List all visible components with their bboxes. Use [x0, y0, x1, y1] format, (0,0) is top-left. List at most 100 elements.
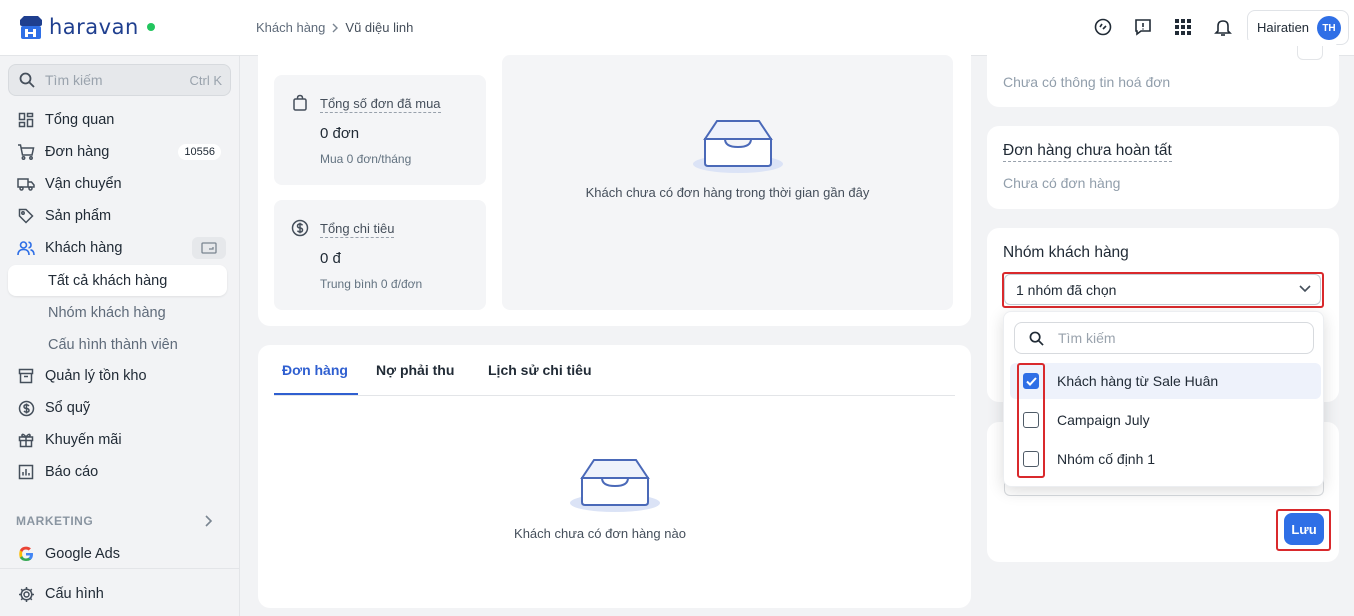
total-orders-tile: Tổng số đơn đã mua 0 đơn Mua 0 đơn/tháng — [274, 75, 486, 185]
orders-count-badge: 10556 — [178, 144, 221, 160]
option-label: Nhóm cố định 1 — [1057, 451, 1156, 467]
total-spend-title: Tổng chi tiêu — [320, 221, 395, 238]
breadcrumb-parent[interactable]: Khách hàng — [256, 20, 325, 35]
google-icon — [17, 545, 35, 563]
marketing-section-label: MARKETING — [16, 514, 94, 528]
sidebar-item-label: Báo cáo — [45, 464, 99, 480]
sidebar-item-overview[interactable]: Tổng quan — [8, 105, 231, 135]
logo-text: haravan — [49, 15, 139, 39]
sidebar-item-label: Sổ quỹ — [45, 400, 91, 416]
breadcrumb-current: Vũ diệu linh — [345, 20, 414, 35]
sidebar-item-label: Cấu hình — [45, 586, 104, 602]
search-shortcut: Ctrl K — [189, 72, 223, 88]
sidebar-subitem-all-customers[interactable]: Tất cả khách hàng — [8, 265, 227, 296]
tab-receivables[interactable]: Nợ phải thu — [376, 362, 454, 378]
highlight-checkboxes — [1017, 363, 1045, 478]
sidebar-item-orders[interactable]: Đơn hàng 10556 — [8, 137, 231, 167]
sidebar-item-label: Đơn hàng — [45, 144, 110, 160]
bell-icon[interactable] — [1212, 16, 1234, 38]
sidebar-item-label: Google Ads — [45, 546, 120, 562]
sidebar-item-settings[interactable]: Cấu hình — [8, 579, 231, 609]
tab-spending-history[interactable]: Lịch sử chi tiêu — [488, 362, 592, 378]
sidebar-subitem-member-config[interactable]: Cấu hình thành viên — [8, 329, 227, 360]
feedback-icon[interactable] — [1132, 16, 1154, 38]
highlight-save-button — [1276, 509, 1331, 551]
highlight-select — [1002, 272, 1324, 308]
report-icon — [17, 463, 35, 481]
sidebar-item-shipping[interactable]: Vận chuyển — [8, 169, 231, 199]
sidebar-divider — [0, 568, 240, 569]
invoice-card: Chưa có thông tin hoá đơn — [987, 40, 1339, 107]
sidebar-item-label: Khuyến mãi — [45, 432, 122, 448]
cart-icon — [17, 143, 35, 161]
total-orders-value: 0 đơn — [320, 125, 360, 142]
pending-orders-title: Đơn hàng chưa hoàn tất — [1003, 142, 1172, 162]
sidebar-item-cashbook[interactable]: Sổ quỹ — [8, 393, 231, 423]
breadcrumb: Khách hàng Vũ diệu linh — [256, 20, 413, 35]
customer-group-dropdown: Tìm kiếm Khách hàng từ Sale Huân Campaig… — [1003, 311, 1324, 487]
orders-empty-message: Khách chưa có đơn hàng nào — [514, 526, 686, 541]
logo-icon — [20, 16, 42, 39]
empty-box-icon — [693, 120, 783, 173]
dashboard-icon — [17, 111, 35, 129]
customer-stats-card: Tổng số đơn đã mua 0 đơn Mua 0 đơn/tháng… — [258, 40, 971, 326]
sidebar: Tìm kiếm Ctrl K Tổng quan Đơn hàng 10556… — [0, 56, 240, 616]
sidebar-item-label: Sản phẩm — [45, 208, 112, 224]
sidebar-item-label: Khách hàng — [45, 240, 123, 256]
sidebar-item-products[interactable]: Sản phẩm — [8, 201, 231, 231]
gift-icon — [17, 431, 35, 449]
shopping-bag-icon — [293, 94, 307, 111]
haravan-logo[interactable]: haravan — [16, 12, 155, 42]
empty-box-icon — [570, 459, 660, 512]
option-label: Campaign July — [1057, 412, 1150, 428]
tag-icon — [17, 207, 35, 225]
chevron-right-icon[interactable] — [203, 514, 213, 528]
dollar-icon — [17, 399, 35, 417]
online-status-dot — [146, 23, 155, 31]
dollar-icon — [291, 219, 309, 237]
gear-icon — [17, 585, 35, 603]
option-label: Khách hàng từ Sale Huân — [1057, 373, 1219, 389]
search-icon — [1029, 331, 1044, 346]
sidebar-subitem-customer-groups[interactable]: Nhóm khách hàng — [8, 297, 227, 328]
search-icon — [19, 72, 35, 88]
invoice-empty: Chưa có thông tin hoá đơn — [1003, 74, 1171, 90]
sidebar-item-label: Quản lý tồn kho — [45, 368, 147, 384]
customer-group-title: Nhóm khách hàng — [1003, 244, 1129, 261]
option-campaign-july[interactable]: Campaign July — [1010, 402, 1321, 438]
users-icon — [17, 239, 35, 257]
pending-orders-empty: Chưa có đơn hàng — [1003, 175, 1121, 191]
inventory-icon — [17, 367, 35, 385]
sidebar-item-google-ads[interactable]: Google Ads — [8, 539, 231, 569]
apps-grid-icon[interactable] — [1172, 16, 1194, 38]
tab-orders[interactable]: Đơn hàng — [282, 362, 348, 378]
chevron-right-icon — [332, 23, 339, 32]
sidebar-search-input[interactable]: Tìm kiếm Ctrl K — [8, 64, 231, 96]
recent-orders-panel: Khách chưa có đơn hàng trong thời gian g… — [502, 55, 953, 310]
tabs-divider — [274, 395, 955, 396]
total-spend-sub: Trung bình 0 đ/đơn — [320, 277, 423, 291]
sidebar-item-customers[interactable]: Khách hàng — [8, 233, 231, 263]
sidebar-item-inventory[interactable]: Quản lý tồn kho — [8, 361, 231, 391]
avatar: TH — [1317, 16, 1341, 40]
sidebar-item-promotions[interactable]: Khuyến mãi — [8, 425, 231, 455]
pending-orders-card: Đơn hàng chưa hoàn tất Chưa có đơn hàng — [987, 126, 1339, 209]
total-spend-value: 0 đ — [320, 250, 341, 267]
user-name: Hairatien — [1257, 20, 1310, 35]
total-orders-sub: Mua 0 đơn/tháng — [320, 152, 412, 166]
edit-button[interactable] — [1297, 46, 1323, 60]
recent-orders-empty-message: Khách chưa có đơn hàng trong thời gian g… — [585, 185, 870, 200]
total-orders-title: Tổng số đơn đã mua — [320, 96, 441, 113]
sidebar-item-reports[interactable]: Báo cáo — [8, 457, 231, 487]
truck-icon — [17, 175, 35, 193]
option-sale-huan[interactable]: Khách hàng từ Sale Huân — [1010, 363, 1321, 399]
open-window-icon[interactable] — [192, 237, 226, 259]
active-tab-indicator — [274, 393, 358, 395]
dropdown-search-input[interactable]: Tìm kiếm — [1014, 322, 1314, 354]
support-icon[interactable] — [1092, 16, 1114, 38]
sidebar-item-label: Vận chuyển — [45, 176, 122, 192]
option-fixed-group-1[interactable]: Nhóm cố định 1 — [1010, 441, 1321, 477]
search-placeholder: Tìm kiếm — [45, 72, 103, 88]
sidebar-item-label: Tổng quan — [45, 112, 115, 128]
dropdown-search-placeholder: Tìm kiếm — [1058, 330, 1116, 346]
